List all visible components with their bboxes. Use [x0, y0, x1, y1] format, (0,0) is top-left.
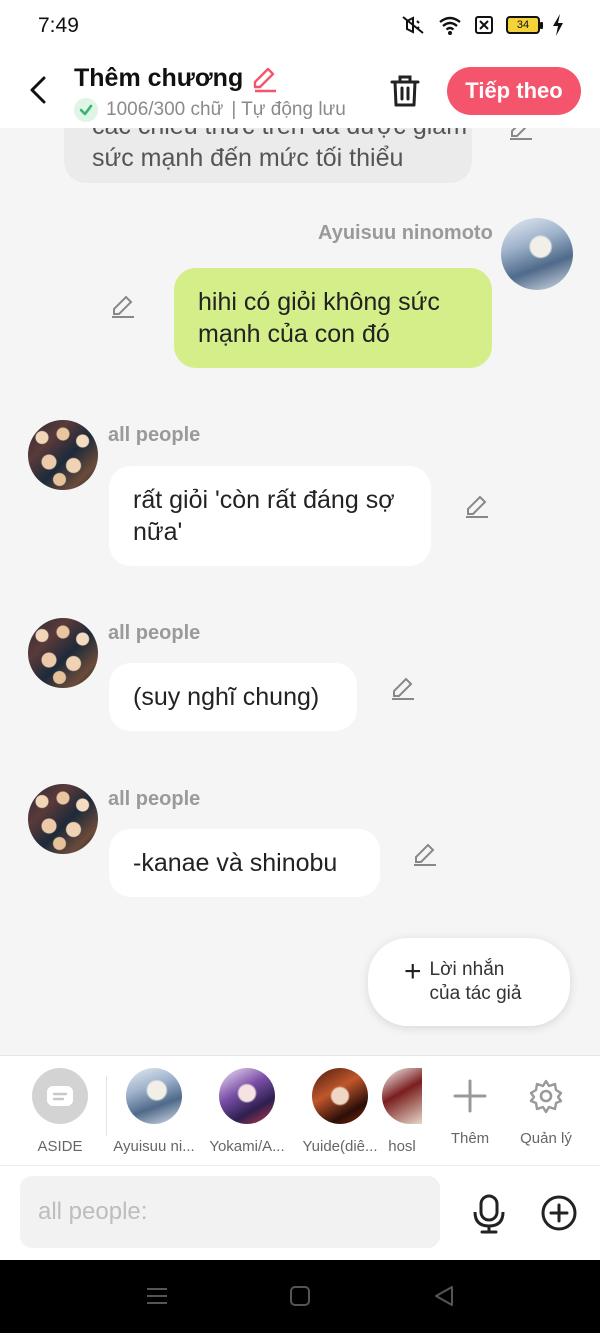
chevron-left-icon [30, 76, 46, 104]
avatar[interactable] [28, 420, 98, 490]
aside-icon [32, 1068, 88, 1124]
character-label: Quản lý [520, 1130, 572, 1147]
mute-vibrate-icon [402, 16, 424, 34]
gear-icon [518, 1068, 574, 1124]
system-nav-bar [0, 1260, 600, 1333]
character-hosl[interactable]: hosl [382, 1068, 422, 1155]
author-note-label: Lời nhắn của tác giả [430, 958, 522, 1006]
character-yokami[interactable]: Yokami/A... [199, 1068, 295, 1155]
character-yuide[interactable]: Yuide(diê... [292, 1068, 388, 1155]
edit-message-icon[interactable] [462, 492, 492, 522]
manage-characters-button[interactable]: Quản lý [506, 1068, 586, 1147]
message-bubble[interactable]: các chiêu thức trên đã được giảm sức mạn… [64, 128, 472, 183]
wifi-icon [439, 16, 461, 35]
battery-level: 34 [516, 19, 530, 31]
header: Thêm chương 1006/300 chữ | Tự động lưu T… [0, 54, 600, 128]
trash-icon [390, 75, 420, 107]
word-count: 1006/300 chữ [106, 99, 224, 120]
add-circle-icon[interactable] [540, 1194, 578, 1232]
message-bubble[interactable]: hihi có giỏi không sức mạnh của con đó [174, 268, 492, 368]
status-icons: 34 [400, 14, 564, 36]
microphone-icon[interactable] [470, 1194, 508, 1234]
plus-icon [442, 1068, 498, 1124]
avatar[interactable] [28, 618, 98, 688]
sim-x-icon [475, 16, 493, 34]
message-text: rất giỏi 'còn rất đáng sợ nữa' [133, 486, 395, 546]
sender-name: all people [108, 424, 201, 446]
character-label: ASIDE [37, 1138, 83, 1155]
avatar [126, 1068, 182, 1124]
chat-area[interactable]: các chiêu thức trên đã được giảm sức mạn… [0, 128, 600, 1055]
character-label: Yokami/A... [209, 1138, 285, 1155]
plus-icon: + [404, 955, 422, 988]
back-nav-icon[interactable] [432, 1284, 456, 1308]
author-note-line1: Lời nhắn [429, 959, 505, 980]
edit-message-icon[interactable] [108, 292, 138, 322]
back-button[interactable] [20, 72, 56, 108]
battery-icon: 34 [506, 16, 543, 34]
status-bar: 7:49 34 [0, 0, 600, 54]
chapter-title[interactable]: Thêm chương [74, 64, 279, 93]
character-label: hosl [388, 1138, 416, 1155]
edit-message-icon[interactable] [410, 840, 440, 870]
message-bubble[interactable]: (suy nghĩ chung) [109, 663, 357, 731]
message-text: hihi có giỏi không sức mạnh của con đó [198, 288, 440, 348]
message-input[interactable] [20, 1176, 440, 1248]
avatar [219, 1068, 275, 1124]
character-label: Yuide(diê... [302, 1138, 378, 1155]
home-icon[interactable] [288, 1284, 312, 1308]
message-text: sức mạnh đến mức tối thiểu [92, 144, 404, 172]
character-aside[interactable]: ASIDE [12, 1068, 108, 1155]
sender-name: Ayuisuu ninomoto [318, 222, 493, 244]
avatar[interactable] [28, 784, 98, 854]
author-note-line2: của tác giả [429, 983, 522, 1004]
character-label: Thêm [450, 1130, 490, 1147]
edit-title-icon[interactable] [251, 65, 279, 93]
charging-icon [553, 14, 563, 36]
check-icon [74, 98, 98, 122]
autosave-label: | Tự động lưu [231, 99, 346, 120]
edit-message-icon[interactable] [388, 674, 418, 704]
avatar[interactable] [501, 218, 573, 290]
message-bubble[interactable]: rất giỏi 'còn rất đáng sợ nữa' [109, 466, 431, 566]
character-ayuisuu[interactable]: Ayuisuu ni... [106, 1068, 202, 1155]
status-time: 7:49 [38, 14, 79, 37]
message-text: -kanae và shinobu [133, 849, 338, 877]
word-count-row: 1006/300 chữ | Tự động lưu [74, 98, 346, 122]
edit-message-icon[interactable] [506, 128, 536, 144]
delete-button[interactable] [386, 72, 424, 110]
author-note-button[interactable]: + Lời nhắn của tác giả [368, 938, 570, 1026]
sender-name: all people [108, 788, 201, 810]
character-label: Ayuisuu ni... [113, 1138, 195, 1155]
menu-icon[interactable] [145, 1284, 169, 1308]
avatar [312, 1068, 368, 1124]
message-text: (suy nghĩ chung) [133, 683, 320, 711]
input-bar [0, 1165, 600, 1260]
sender-name: all people [108, 622, 201, 644]
message-text-partial: các chiêu thức trên đã được giảm [92, 128, 467, 142]
chapter-title-text: Thêm chương [74, 64, 244, 92]
add-character-button[interactable]: Thêm [432, 1068, 508, 1147]
character-bar: ASIDE Ayuisuu ni... Yokami/A... Yuide(di… [0, 1055, 600, 1165]
message-bubble[interactable]: -kanae và shinobu [109, 829, 380, 897]
next-button[interactable]: Tiếp theo [447, 67, 581, 115]
avatar [382, 1068, 422, 1124]
